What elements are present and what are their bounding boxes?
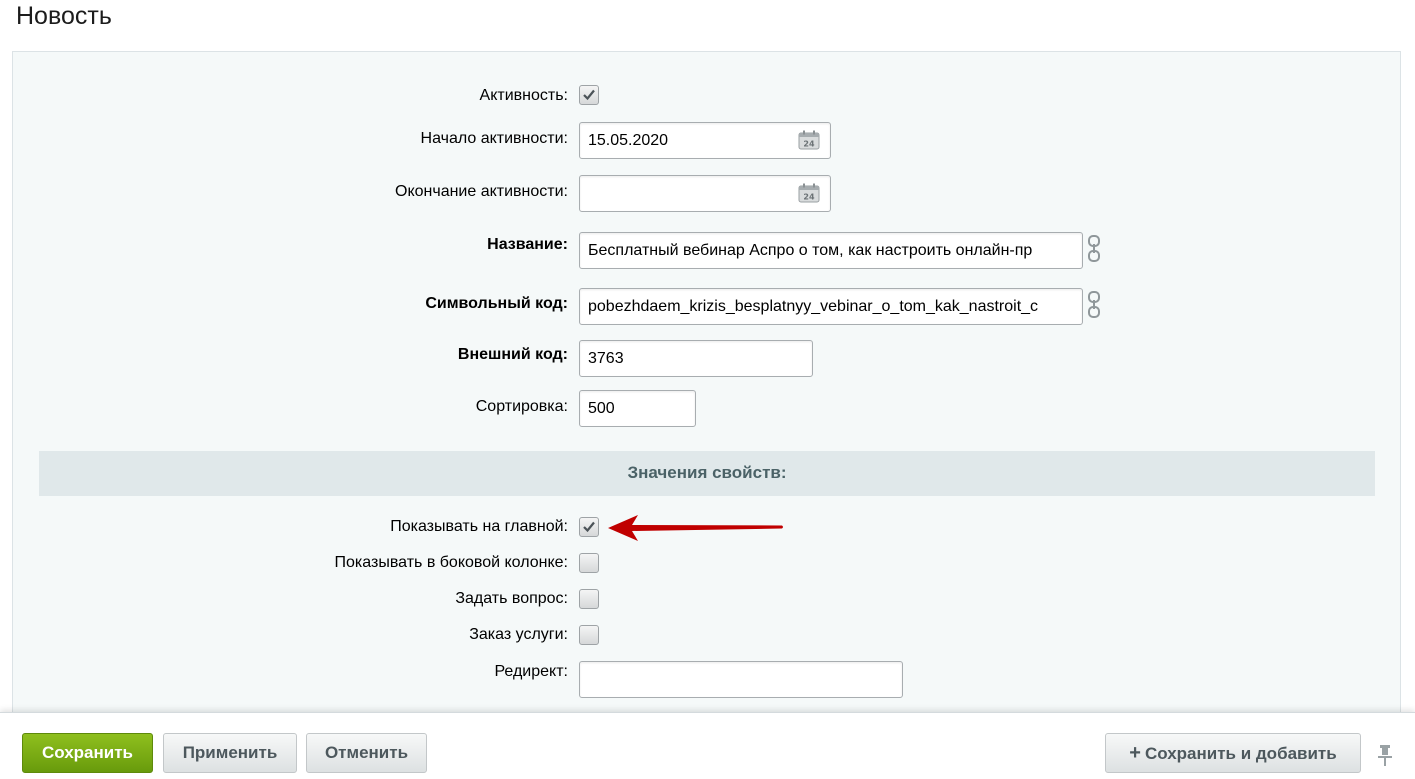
ask-question-label: Задать вопрос: xyxy=(455,590,568,607)
element-edit-form: Активность: Начало активности: 15.05.202… xyxy=(12,51,1401,731)
calendar-icon[interactable]: 24 xyxy=(798,130,820,150)
show-main-label: Показывать на главной: xyxy=(390,518,568,535)
active-from-input[interactable]: 15.05.2020 24 xyxy=(579,122,831,159)
xml-id-value: 3763 xyxy=(588,350,624,367)
active-checkbox[interactable] xyxy=(579,85,599,105)
active-to-label: Окончание активности: xyxy=(395,183,568,200)
sort-label: Сортировка: xyxy=(475,398,568,415)
code-value: pobezhdaem_krizis_besplatnyy_vebinar_o_t… xyxy=(588,298,1039,315)
ask-question-checkbox[interactable] xyxy=(579,589,599,609)
code-input[interactable]: pobezhdaem_krizis_besplatnyy_vebinar_o_t… xyxy=(579,288,1083,325)
save-and-add-button[interactable]: + Сохранить и добавить xyxy=(1105,733,1361,773)
order-service-checkbox[interactable] xyxy=(579,625,599,645)
name-input[interactable]: Бесплатный вебинар Аспро о том, как наст… xyxy=(579,232,1083,269)
pin-icon[interactable] xyxy=(1377,743,1393,767)
xml-id-label: Внешний код: xyxy=(457,346,568,363)
apply-button[interactable]: Применить xyxy=(163,733,297,773)
xml-id-input[interactable]: 3763 xyxy=(579,340,813,377)
translit-link-icon[interactable] xyxy=(1086,290,1102,320)
active-label: Активность: xyxy=(479,87,568,104)
show-side-checkbox[interactable] xyxy=(579,553,599,573)
translit-link-icon[interactable] xyxy=(1086,234,1102,264)
cancel-button[interactable]: Отменить xyxy=(306,733,427,773)
annotation-arrow-icon xyxy=(608,515,783,541)
name-label: Название: xyxy=(487,236,568,253)
save-and-add-label: Сохранить и добавить xyxy=(1144,744,1337,763)
show-main-checkbox[interactable] xyxy=(579,517,599,537)
plus-icon: + xyxy=(1129,742,1141,764)
active-to-input[interactable]: 24 xyxy=(579,175,831,212)
page-title: Новость xyxy=(16,2,112,30)
sort-value: 500 xyxy=(588,400,615,417)
checkmark-icon xyxy=(583,89,595,101)
footer-toolbar: Сохранить Применить Отменить + Сохранить … xyxy=(0,712,1415,779)
active-from-value: 15.05.2020 xyxy=(588,132,669,149)
calendar-icon[interactable]: 24 xyxy=(798,183,820,203)
order-service-label: Заказ услуги: xyxy=(469,626,568,643)
sort-input[interactable]: 500 xyxy=(579,390,696,427)
properties-section-header: Значения свойств: xyxy=(39,451,1375,496)
active-from-label: Начало активности: xyxy=(420,130,568,147)
save-button[interactable]: Сохранить xyxy=(22,733,153,773)
svg-text:24: 24 xyxy=(803,140,815,149)
checkmark-icon xyxy=(583,521,595,533)
show-side-label: Показывать в боковой колонке: xyxy=(334,554,568,571)
name-value: Бесплатный вебинар Аспро о том, как наст… xyxy=(588,242,1033,259)
code-label: Символьный код: xyxy=(425,295,568,312)
svg-text:24: 24 xyxy=(803,193,815,202)
redirect-input[interactable] xyxy=(579,661,903,698)
redirect-label: Редирект: xyxy=(494,663,568,680)
